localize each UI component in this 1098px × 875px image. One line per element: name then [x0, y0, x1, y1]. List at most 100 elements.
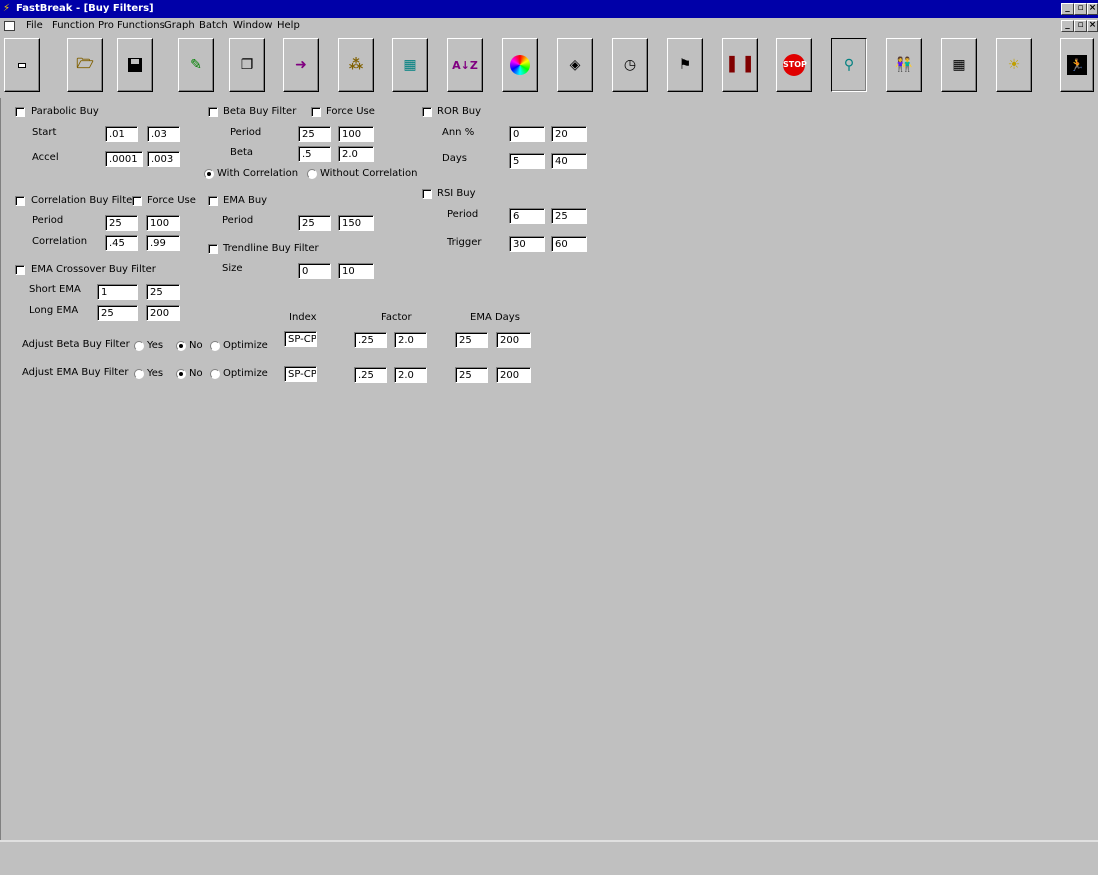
days-min-field[interactable]: [509, 153, 545, 169]
menu-function[interactable]: Function: [52, 20, 95, 32]
rsi-trigger-max-field[interactable]: [551, 236, 587, 252]
beta-min-field[interactable]: [298, 146, 331, 162]
export-icon: ➜: [295, 57, 307, 73]
adjust-beta-yes-label: Yes: [147, 340, 164, 351]
document-icon[interactable]: [4, 21, 15, 31]
correlation-period-min-field[interactable]: [105, 215, 138, 231]
adjust-ema-no-radio[interactable]: [176, 369, 186, 379]
short-ema-min-field[interactable]: [97, 284, 138, 300]
ema-crossover-checkbox[interactable]: [15, 265, 25, 275]
long-ema-min-field[interactable]: [97, 305, 138, 321]
adjust-ema-days-max-field[interactable]: [496, 367, 531, 383]
tip-tool-button[interactable]: ☀: [996, 38, 1032, 92]
accel-max-field[interactable]: [147, 151, 180, 167]
color-tool-button[interactable]: [502, 38, 538, 92]
eraser-tool-button[interactable]: ◈: [557, 38, 593, 92]
correlation-min-field[interactable]: [105, 235, 138, 251]
edit-icon: ✎: [190, 57, 202, 73]
rsi-trigger-min-field[interactable]: [509, 236, 545, 252]
stop-icon: STOP: [783, 54, 807, 76]
ema-crossover-label: EMA Crossover Buy Filter: [31, 264, 156, 275]
menu-batch[interactable]: Batch: [199, 20, 228, 32]
save-tool-button[interactable]: [117, 38, 153, 92]
adjust-beta-days-max-field[interactable]: [496, 332, 531, 348]
bar-chart-icon: ▌▐: [729, 57, 751, 73]
chart-tool-button[interactable]: ▌▐: [722, 38, 758, 92]
adjust-ema-factor-min-field[interactable]: [354, 367, 387, 383]
doc-close-button[interactable]: ×: [1087, 20, 1098, 32]
without-correlation-radio[interactable]: [307, 169, 317, 179]
people-tool-button[interactable]: 👫: [886, 38, 922, 92]
exit-tool-button[interactable]: 🏃: [1060, 38, 1094, 92]
correlation-buy-filter-checkbox[interactable]: [15, 196, 25, 206]
adjust-ema-factor-max-field[interactable]: [394, 367, 427, 383]
stop-tool-button[interactable]: STOP: [776, 38, 812, 92]
menu-help[interactable]: Help: [277, 20, 300, 32]
minimize-tool-button[interactable]: [4, 38, 40, 92]
rsi-period-max-field[interactable]: [551, 208, 587, 224]
index-header: Index: [289, 312, 317, 323]
adjust-beta-no-radio[interactable]: [176, 341, 186, 351]
days-max-field[interactable]: [551, 153, 587, 169]
with-correlation-radio[interactable]: [204, 169, 214, 179]
long-ema-max-field[interactable]: [146, 305, 180, 321]
color-wheel-icon: [509, 55, 531, 75]
trendline-size-max-field[interactable]: [338, 263, 374, 279]
eraser-icon: ◈: [569, 57, 581, 73]
minimize-window-button[interactable]: _: [1061, 3, 1074, 15]
ann-min-field[interactable]: [509, 126, 545, 142]
correlation-force-use-checkbox[interactable]: [132, 196, 142, 206]
trendline-size-min-field[interactable]: [298, 263, 331, 279]
ema-period-min-field[interactable]: [298, 215, 331, 231]
doc-restore-button[interactable]: ▫: [1074, 20, 1087, 32]
beta-max-field[interactable]: [338, 146, 374, 162]
menu-graph[interactable]: Graph: [164, 20, 195, 32]
tree-tool-button[interactable]: ⁂: [338, 38, 374, 92]
parabolic-buy-checkbox[interactable]: [15, 107, 25, 117]
trendline-buy-filter-checkbox[interactable]: [208, 244, 218, 254]
export-tool-button[interactable]: ➜: [283, 38, 319, 92]
rsi-buy-checkbox[interactable]: [422, 189, 432, 199]
copy-tool-button[interactable]: ❐: [229, 38, 265, 92]
title-bar: ⚡ FastBreak - [Buy Filters] _ ▫ ×: [0, 0, 1098, 18]
menu-file[interactable]: File: [26, 20, 43, 32]
stopwatch-tool-button[interactable]: ◷: [612, 38, 648, 92]
correlation-max-field[interactable]: [146, 235, 180, 251]
rsi-period-min-field[interactable]: [509, 208, 545, 224]
adjust-beta-yes-radio[interactable]: [134, 341, 144, 351]
adjust-beta-index-field[interactable]: [284, 331, 317, 347]
edit-tool-button[interactable]: ✎: [178, 38, 214, 92]
restore-window-button[interactable]: ▫: [1074, 3, 1087, 15]
adjust-ema-yes-radio[interactable]: [134, 369, 144, 379]
accel-min-field[interactable]: [105, 151, 143, 167]
beta-period-max-field[interactable]: [338, 126, 374, 142]
open-tool-button[interactable]: 🗁: [67, 38, 103, 92]
book-tool-button[interactable]: ▦: [392, 38, 428, 92]
adjust-beta-factor-max-field[interactable]: [394, 332, 427, 348]
start-min-field[interactable]: [105, 126, 138, 142]
ema-period-max-field[interactable]: [338, 215, 374, 231]
adjust-ema-index-field[interactable]: [284, 366, 317, 382]
menu-window[interactable]: Window: [233, 20, 272, 32]
sort-tool-button[interactable]: A↓Z: [447, 38, 483, 92]
table-tool-button[interactable]: ▦: [941, 38, 977, 92]
close-window-button[interactable]: ×: [1087, 3, 1098, 15]
correlation-period-max-field[interactable]: [146, 215, 180, 231]
start-max-field[interactable]: [147, 126, 180, 142]
ror-buy-checkbox[interactable]: [422, 107, 432, 117]
short-ema-max-field[interactable]: [146, 284, 180, 300]
faucet-tool-button[interactable]: ⚲: [831, 38, 867, 92]
adjust-ema-days-min-field[interactable]: [455, 367, 488, 383]
flag-tool-button[interactable]: ⚑: [667, 38, 703, 92]
beta-buy-filter-checkbox[interactable]: [208, 107, 218, 117]
beta-force-use-checkbox[interactable]: [311, 107, 321, 117]
adjust-beta-optimize-radio[interactable]: [210, 341, 220, 351]
menu-pro-functions[interactable]: Pro Functions: [98, 20, 165, 32]
adjust-ema-optimize-radio[interactable]: [210, 369, 220, 379]
ema-buy-checkbox[interactable]: [208, 196, 218, 206]
adjust-beta-factor-min-field[interactable]: [354, 332, 387, 348]
beta-period-min-field[interactable]: [298, 126, 331, 142]
doc-minimize-button[interactable]: _: [1061, 20, 1074, 32]
adjust-beta-days-min-field[interactable]: [455, 332, 488, 348]
ann-max-field[interactable]: [551, 126, 587, 142]
